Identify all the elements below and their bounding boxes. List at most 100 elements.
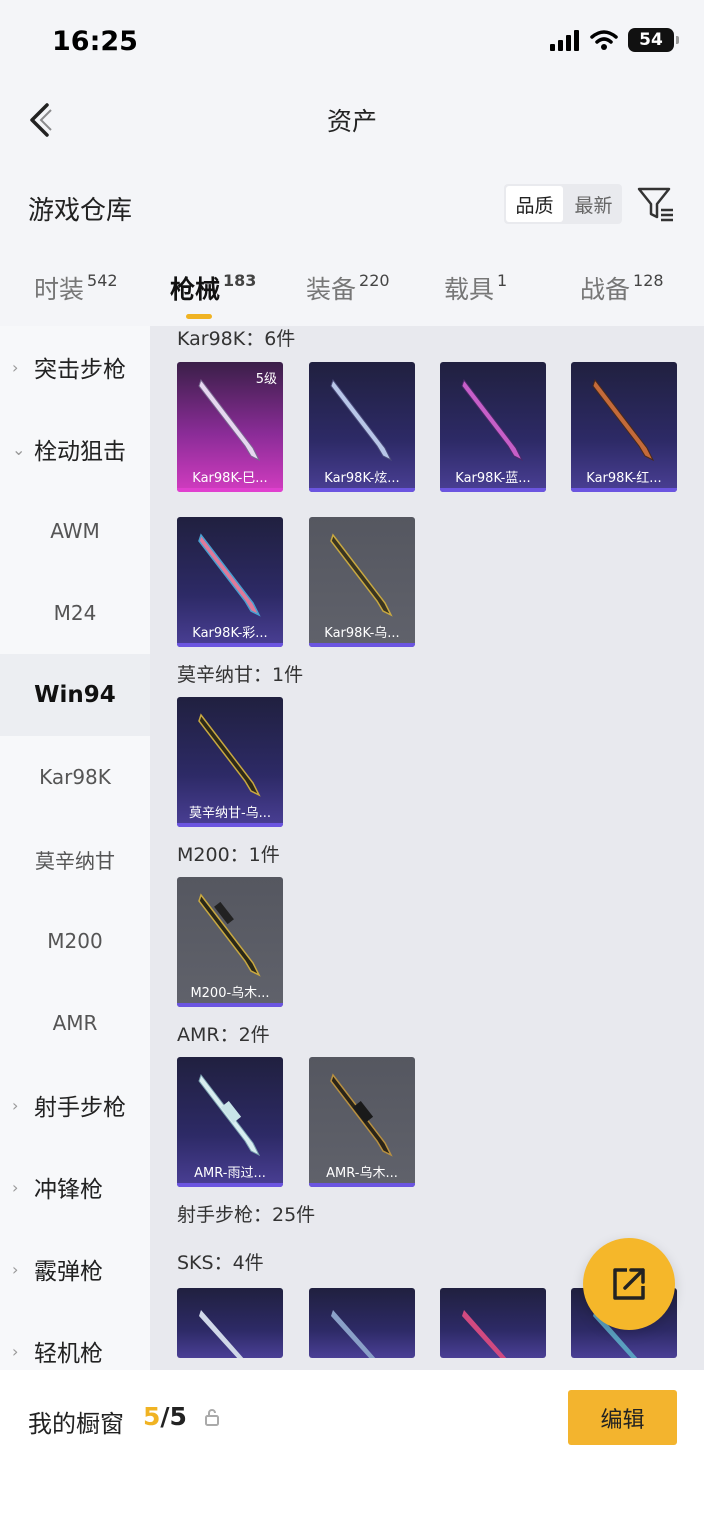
showcase-count: 5/5 bbox=[143, 1402, 187, 1431]
weapon-name: 莫辛纳甘-乌... bbox=[188, 806, 272, 821]
rifle-icon bbox=[462, 1310, 507, 1358]
weapon-card[interactable]: Kar98K-炫... bbox=[309, 362, 415, 492]
weapon-card[interactable]: M200-乌木... bbox=[177, 877, 283, 1007]
signal-icon bbox=[550, 30, 579, 51]
category-tabs: 时装 542 枪械 183 装备 220 载具 1 战备 128 bbox=[0, 256, 704, 326]
rarity-bar bbox=[309, 488, 415, 492]
weapon-card[interactable]: AMR-乌木... bbox=[309, 1057, 415, 1187]
rarity-bar bbox=[571, 488, 677, 492]
tab-outfits[interactable]: 时装 542 bbox=[34, 270, 118, 306]
weapon-name: Kar98K-乌... bbox=[324, 626, 400, 641]
battery-indicator: 54 bbox=[628, 28, 679, 52]
sidebar-item-awm[interactable]: AWM bbox=[0, 490, 150, 572]
sort-toggle: 品质 最新 bbox=[504, 184, 622, 224]
chevron-right-icon: › bbox=[12, 357, 19, 377]
weapon-name: Kar98K-炫... bbox=[324, 471, 400, 486]
sort-latest-button[interactable]: 最新 bbox=[565, 184, 622, 224]
status-bar: 16:25 54 bbox=[0, 0, 704, 84]
weapon-grid: Kar98K：6件 5级 Kar98K-巳... Kar98K-炫... Kar… bbox=[150, 326, 704, 1370]
sidebar-item-bolt-sniper[interactable]: ⌄ 栓动狙击 bbox=[0, 408, 150, 490]
sidebar-item-kar98k[interactable]: Kar98K bbox=[0, 736, 150, 818]
rifle-icon bbox=[331, 1310, 376, 1358]
weapon-name: AMR-雨过... bbox=[194, 1166, 266, 1181]
group-label-m200: M200：1件 bbox=[177, 844, 280, 866]
rarity-bar bbox=[177, 823, 283, 827]
rifle-icon bbox=[330, 378, 393, 462]
status-icons: 54 bbox=[550, 28, 679, 52]
tab-equipment[interactable]: 装备 220 bbox=[306, 270, 390, 306]
active-tab-indicator bbox=[186, 314, 212, 319]
weapon-name: Kar98K-蓝... bbox=[455, 471, 531, 486]
weapon-name: Kar98K-巳... bbox=[192, 471, 268, 486]
sidebar-item-shotgun[interactable]: › 霰弹枪 bbox=[0, 1228, 150, 1310]
weapon-card[interactable] bbox=[177, 1288, 283, 1358]
weapon-name: Kar98K-红... bbox=[586, 471, 662, 486]
chevron-right-icon: › bbox=[12, 1095, 19, 1115]
sidebar-item-mosin[interactable]: 莫辛纳甘 bbox=[0, 818, 150, 900]
weapon-card[interactable]: AMR-雨过... bbox=[177, 1057, 283, 1187]
tab-weapons[interactable]: 枪械 183 bbox=[170, 270, 256, 306]
rarity-bar bbox=[177, 643, 283, 647]
weapon-name: AMR-乌木... bbox=[326, 1166, 398, 1181]
lock-icon bbox=[205, 1409, 219, 1426]
nav-bar: 资产 bbox=[0, 84, 704, 156]
edit-button[interactable]: 编辑 bbox=[568, 1390, 677, 1445]
share-button[interactable] bbox=[583, 1238, 675, 1330]
weapon-card[interactable]: 5级 Kar98K-巳... bbox=[177, 362, 283, 492]
group-label-kar98k: Kar98K：6件 bbox=[177, 328, 296, 350]
group-label-amr: AMR：2件 bbox=[177, 1024, 270, 1046]
weapon-name: M200-乌木... bbox=[190, 986, 270, 1001]
sidebar-item-win94[interactable]: Win94 bbox=[0, 654, 150, 736]
sidebar-item-assault-rifles[interactable]: › 突击步枪 bbox=[0, 326, 150, 408]
group-label-mosin: 莫辛纳甘：1件 bbox=[177, 664, 304, 686]
weapon-category-sidebar: › 突击步枪 ⌄ 栓动狙击 AWM M24 Win94 Kar98K 莫辛纳甘 M2… bbox=[0, 326, 150, 1370]
rifle-icon bbox=[198, 713, 261, 797]
showcase-bar: 我的橱窗 5/5 编辑 bbox=[0, 1370, 704, 1523]
chevron-down-icon: ⌄ bbox=[12, 439, 26, 459]
filter-button[interactable] bbox=[636, 184, 676, 224]
rifle-icon bbox=[198, 1073, 261, 1157]
group-label-sks: SKS：4件 bbox=[177, 1252, 264, 1274]
weapon-card[interactable] bbox=[440, 1288, 546, 1358]
chevron-right-icon: › bbox=[12, 1341, 19, 1361]
share-external-icon bbox=[613, 1268, 645, 1300]
tab-vehicles[interactable]: 载具 1 bbox=[444, 270, 507, 306]
rifle-icon bbox=[199, 1310, 244, 1358]
status-time: 16:25 bbox=[52, 26, 138, 57]
filter-icon bbox=[637, 187, 673, 222]
tab-supplies[interactable]: 战备 128 bbox=[580, 270, 664, 306]
weapon-card[interactable]: Kar98K-红... bbox=[571, 362, 677, 492]
rarity-bar bbox=[309, 643, 415, 647]
rifle-icon bbox=[198, 533, 261, 617]
rifle-icon bbox=[330, 1073, 393, 1157]
rarity-bar bbox=[177, 1003, 283, 1007]
weapon-card[interactable] bbox=[309, 1288, 415, 1358]
sidebar-item-dmr[interactable]: › 射手步枪 bbox=[0, 1064, 150, 1146]
rarity-bar bbox=[177, 488, 283, 492]
weapon-card[interactable]: 莫辛纳甘-乌... bbox=[177, 697, 283, 827]
rifle-icon bbox=[198, 893, 261, 977]
group-label-dmr: 射手步枪：25件 bbox=[177, 1204, 316, 1226]
weapon-card[interactable]: Kar98K-蓝... bbox=[440, 362, 546, 492]
sort-quality-button[interactable]: 品质 bbox=[506, 186, 563, 222]
rifle-icon bbox=[461, 378, 524, 462]
section-title: 游戏仓库 bbox=[28, 196, 133, 226]
sidebar-item-amr[interactable]: AMR bbox=[0, 982, 150, 1064]
weapon-name: Kar98K-彩... bbox=[192, 626, 268, 641]
wifi-icon bbox=[590, 30, 618, 50]
chevron-right-icon: › bbox=[12, 1259, 19, 1279]
sidebar-item-m24[interactable]: M24 bbox=[0, 572, 150, 654]
rifle-icon bbox=[330, 533, 393, 617]
weapon-card[interactable]: Kar98K-彩... bbox=[177, 517, 283, 647]
weapon-card[interactable]: Kar98K-乌... bbox=[309, 517, 415, 647]
showcase-label: 我的橱窗 bbox=[28, 1410, 124, 1438]
sidebar-item-m200[interactable]: M200 bbox=[0, 900, 150, 982]
sidebar-item-smg[interactable]: › 冲锋枪 bbox=[0, 1146, 150, 1228]
rarity-bar bbox=[177, 1183, 283, 1187]
rarity-bar bbox=[440, 488, 546, 492]
rifle-icon bbox=[592, 378, 655, 462]
rarity-bar bbox=[309, 1183, 415, 1187]
section-header: 游戏仓库 品质 最新 bbox=[0, 170, 704, 240]
page-title: 资产 bbox=[326, 107, 377, 136]
level-badge: 5级 bbox=[255, 372, 277, 387]
